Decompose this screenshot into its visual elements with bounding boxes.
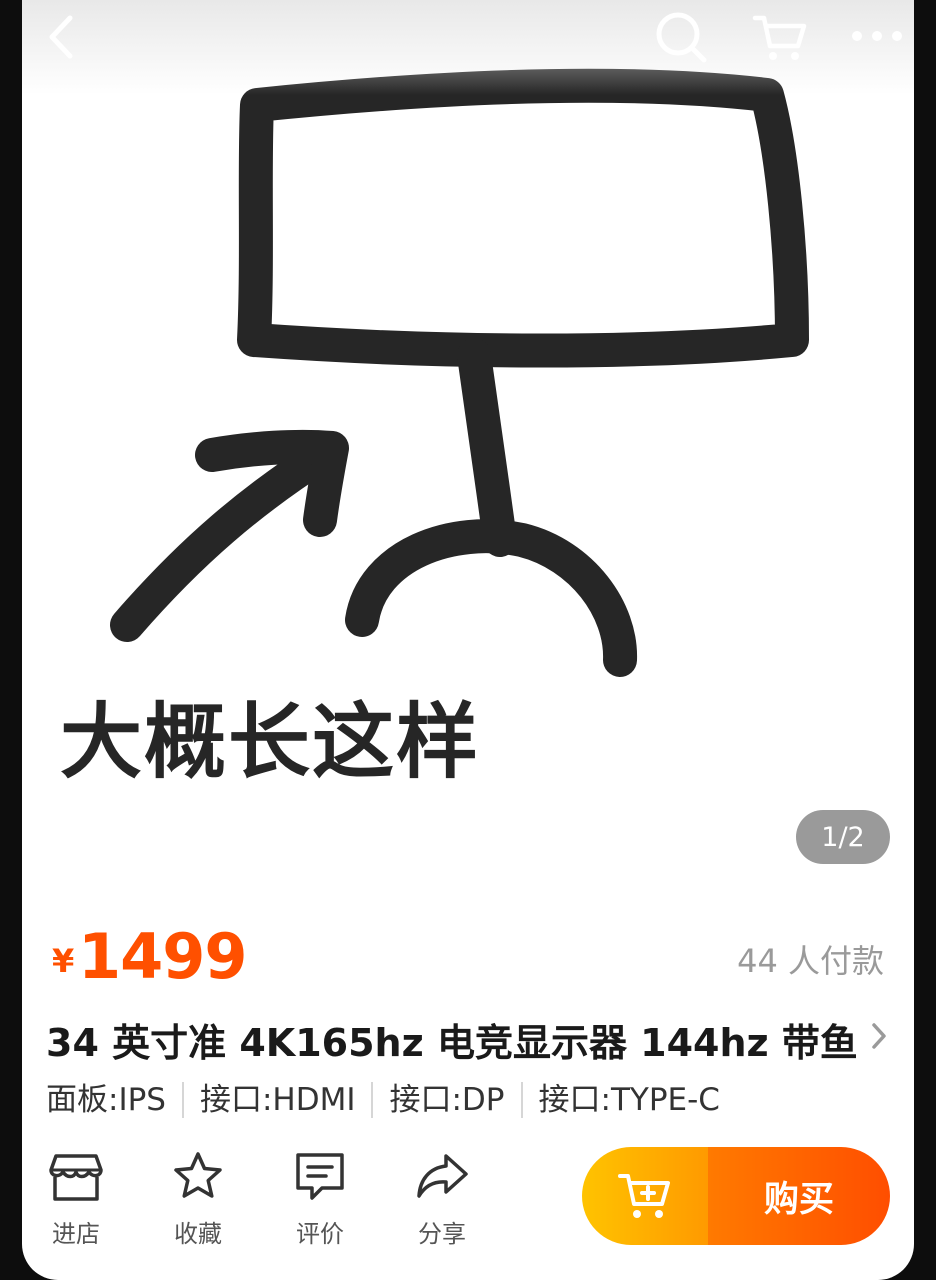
price: 1499 <box>78 920 248 993</box>
chevron-right-icon[interactable] <box>870 1022 888 1054</box>
spec-item: 接口:HDMI <box>181 1082 372 1118</box>
sales-count: 44 人付款 <box>737 942 884 980</box>
currency-symbol: ¥ <box>52 942 75 980</box>
share-icon <box>417 1154 468 1198</box>
search-icon <box>656 12 707 63</box>
image-caption: 大概长这样 <box>60 695 481 790</box>
purchase-group: 购买 <box>582 1147 890 1245</box>
comment-icon <box>296 1153 344 1200</box>
spec-item: 接口:TYPE-C <box>520 1082 736 1118</box>
price-row: ¥ 1499 44 人付款 <box>52 920 884 993</box>
chevron-left-icon <box>49 15 73 59</box>
review-button[interactable]: 评价 <box>270 1150 370 1249</box>
share-button[interactable]: 分享 <box>392 1150 492 1249</box>
add-to-cart-button[interactable] <box>582 1147 708 1245</box>
share-label: 分享 <box>418 1220 466 1248</box>
favorite-label: 收藏 <box>174 1220 222 1248</box>
star-icon <box>174 1152 222 1198</box>
search-button[interactable] <box>654 10 708 64</box>
buy-button[interactable]: 购买 <box>708 1147 890 1245</box>
spec-item: 接口:DP <box>371 1082 520 1118</box>
store-label: 进店 <box>52 1220 100 1248</box>
back-button[interactable] <box>42 14 82 60</box>
product-title[interactable]: 34 英寸准 4K165hz 电竞显示器 144hz 带鱼 <box>46 1012 856 1067</box>
store-button[interactable]: 进店 <box>26 1150 126 1249</box>
cart-icon <box>752 15 807 60</box>
spec-list[interactable]: 面板:IPS 接口:HDMI 接口:DP 接口:TYPE-C <box>46 1080 736 1120</box>
favorite-button[interactable]: 收藏 <box>148 1150 248 1249</box>
product-page: 大概长这样 1/2 ¥ 1499 44 人付款 34 英寸准 4K165hz 电… <box>22 0 914 1280</box>
store-icon <box>49 1154 103 1201</box>
bottom-actions: 进店 收藏 评价 分享 <box>22 1150 522 1260</box>
product-image[interactable]: 大概长这样 1/2 <box>22 0 914 905</box>
more-button[interactable] <box>850 28 904 44</box>
more-dots-icon <box>852 31 902 41</box>
add-to-cart-icon <box>618 1174 670 1218</box>
review-label: 评价 <box>296 1220 344 1248</box>
image-pager: 1/2 <box>796 810 890 864</box>
cart-button[interactable] <box>752 12 808 62</box>
spec-item: 面板:IPS <box>46 1082 166 1118</box>
